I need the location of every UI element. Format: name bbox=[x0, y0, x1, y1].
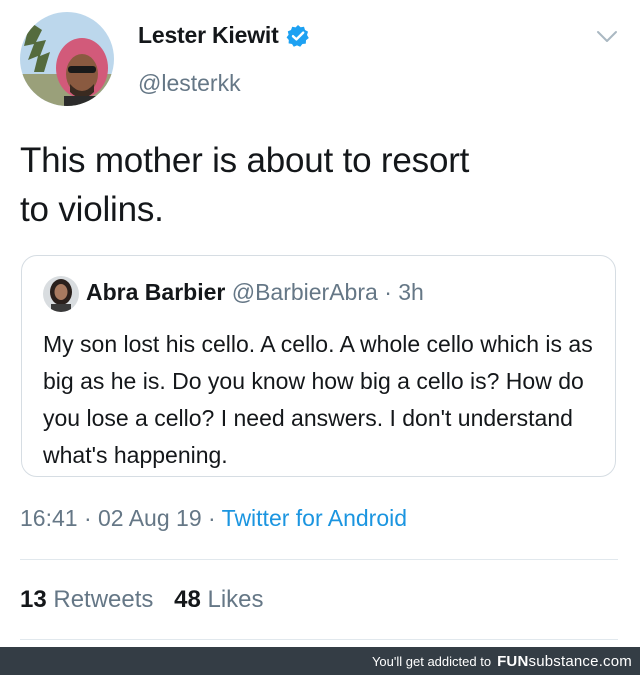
tweet-text-line: This mother is about to resort bbox=[20, 141, 470, 180]
divider bbox=[20, 639, 618, 640]
footer-text: You'll get addicted to bbox=[371, 653, 492, 669]
retweets-stat[interactable]: 13 Retweets bbox=[20, 586, 160, 613]
quoted-author-avatar[interactable] bbox=[43, 276, 79, 312]
author-name[interactable]: Lester Kiewit bbox=[138, 22, 279, 49]
likes-label: Likes bbox=[207, 586, 264, 613]
watermark-footer: You'll get addicted to FUNsubstance.com bbox=[0, 647, 640, 675]
engagement-stats: 13 Retweets 48 Likes bbox=[20, 586, 264, 614]
tweet-text-line: to violins. bbox=[20, 190, 164, 229]
tweet-source-link[interactable]: Twitter for Android bbox=[222, 505, 407, 531]
separator-dot: · bbox=[384, 279, 392, 305]
divider bbox=[20, 559, 618, 560]
likes-count: 48 bbox=[174, 586, 201, 613]
chevron-down-icon[interactable] bbox=[596, 30, 618, 44]
author-avatar[interactable] bbox=[20, 12, 114, 106]
footer-brand: FUNsubstance.com bbox=[497, 653, 632, 670]
tweet-time[interactable]: 16:41 bbox=[20, 505, 78, 531]
tweet-text: This mother is about to resort to violin… bbox=[20, 136, 610, 234]
quoted-author-handle[interactable]: @BarbierAbra bbox=[232, 279, 378, 305]
separator-dot: · bbox=[208, 505, 216, 531]
footer-brand-part: FUN bbox=[497, 652, 529, 670]
retweets-count: 13 bbox=[20, 586, 47, 613]
verified-badge-icon bbox=[286, 24, 309, 47]
quoted-author-name[interactable]: Abra Barbier bbox=[86, 279, 225, 305]
likes-stat[interactable]: 48 Likes bbox=[174, 586, 263, 613]
footer-brand-part: .com bbox=[598, 652, 632, 670]
tweet-meta: 16:41 · 02 Aug 19 · Twitter for Android bbox=[20, 505, 407, 532]
separator-dot: · bbox=[83, 505, 92, 531]
author-handle[interactable]: @lesterkk bbox=[138, 70, 241, 97]
footer-brand-part: substance bbox=[528, 652, 599, 670]
retweets-label: Retweets bbox=[53, 586, 154, 613]
quoted-timestamp[interactable]: 3h bbox=[398, 279, 424, 305]
quoted-tweet-text: My son lost his cello. A cello. A whole … bbox=[43, 331, 593, 468]
tweet-date[interactable]: 02 Aug 19 bbox=[98, 505, 202, 531]
quoted-tweet[interactable]: Abra Barbier @BarbierAbra · 3h My son lo… bbox=[21, 255, 616, 477]
